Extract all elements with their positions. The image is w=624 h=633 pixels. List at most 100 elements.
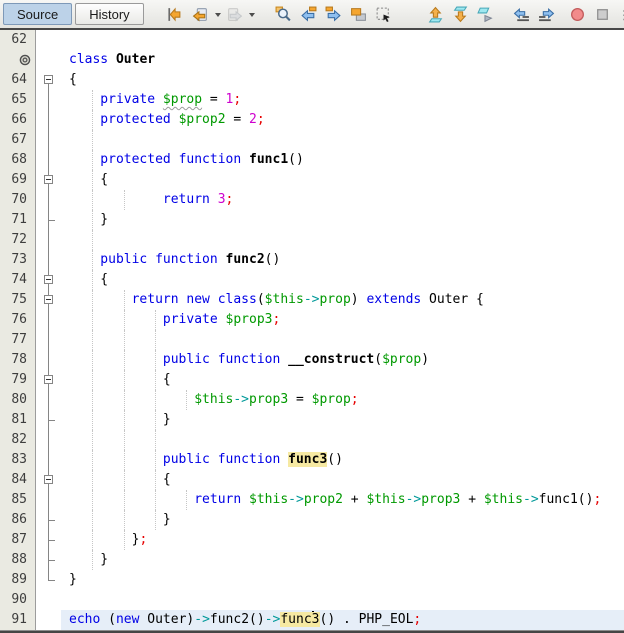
line-number: 66 <box>0 110 36 130</box>
code-line[interactable]: return new class($this->prop) extends Ou… <box>61 290 624 310</box>
code-line[interactable] <box>61 30 624 50</box>
code-line[interactable]: protected $prop2 = 2; <box>61 110 624 130</box>
code-token: public function <box>162 352 289 367</box>
code-token: -> <box>405 492 422 507</box>
code-token: $prop2 <box>178 112 226 127</box>
fold-margin <box>36 90 61 110</box>
code-token: ; <box>593 492 602 507</box>
annotation-circle-icon[interactable] <box>19 54 31 66</box>
fold-collapse-box[interactable] <box>44 475 53 484</box>
code-line[interactable]: public function func3() <box>61 450 624 470</box>
code-token: Outer { <box>421 292 484 307</box>
line-number <box>0 50 36 70</box>
code-line[interactable]: return 3; <box>61 190 624 210</box>
line-number: 70 <box>0 190 36 210</box>
code-token: Outer) <box>139 612 195 627</box>
select-rectangular-icon <box>375 6 392 23</box>
line-number: 62 <box>0 30 36 50</box>
find-selection-button[interactable] <box>273 3 295 25</box>
fold-margin <box>36 590 61 610</box>
code-line[interactable]: { <box>61 370 624 390</box>
find-next-icon <box>325 6 342 23</box>
shift-line-right-button[interactable] <box>536 3 558 25</box>
line-number: 64 <box>0 70 36 90</box>
previous-bookmark-button[interactable] <box>425 3 447 25</box>
next-bookmark-button[interactable] <box>450 3 472 25</box>
jump-last-edit-icon <box>165 6 182 23</box>
code-line[interactable] <box>61 230 624 250</box>
code-line[interactable]: } <box>61 210 624 230</box>
code-line[interactable] <box>61 330 624 350</box>
fold-margin <box>36 550 61 570</box>
code-token: $prop3 <box>225 312 273 327</box>
toggle-highlight-button[interactable] <box>348 3 370 25</box>
code-line[interactable]: return $this->prop2 + $this->prop3 + $th… <box>61 490 624 510</box>
code-line[interactable]: $this->prop3 = $prop; <box>61 390 624 410</box>
find-previous-button[interactable] <box>298 3 320 25</box>
fold-margin <box>36 130 61 150</box>
line-number: 86 <box>0 510 36 530</box>
toolbar-icons <box>147 3 624 25</box>
code-line[interactable]: echo (new Outer)->func2()->func3() . PHP… <box>61 610 624 630</box>
fold-margin <box>36 430 61 450</box>
tab-history[interactable]: History <box>75 3 144 25</box>
fold-collapse-box[interactable] <box>44 295 53 304</box>
code-token: -> <box>264 612 281 627</box>
back-dropdown-caret-icon[interactable] <box>214 13 221 20</box>
code-line[interactable]: }; <box>61 530 624 550</box>
back-button[interactable] <box>190 3 212 25</box>
code-token: __construct <box>288 352 375 367</box>
code-token: func3 <box>288 452 328 467</box>
code-editor[interactable]: 62 class Outer 64 {65 private $prop = 1; 66 pr… <box>0 30 624 630</box>
code-line[interactable] <box>61 130 624 150</box>
code-line[interactable]: } <box>61 570 624 590</box>
forward-button[interactable] <box>224 3 246 25</box>
stop-macro-recording-button[interactable] <box>592 3 614 25</box>
select-rectangular-button[interactable] <box>373 3 395 25</box>
fold-collapse-box[interactable] <box>44 75 53 84</box>
code-line[interactable] <box>61 430 624 450</box>
toggle-comment-button[interactable] <box>619 3 624 25</box>
code-line[interactable]: class Outer <box>61 50 624 70</box>
code-line[interactable]: } <box>61 510 624 530</box>
code-token: { <box>162 372 171 387</box>
find-next-button[interactable] <box>323 3 345 25</box>
fold-margin <box>36 610 61 630</box>
code-line[interactable]: } <box>61 410 624 430</box>
code-row: 83 public function func3() <box>0 450 624 470</box>
toolbar-group <box>273 3 395 25</box>
code-line[interactable]: public function __construct($prop) <box>61 350 624 370</box>
code-line[interactable]: { <box>61 470 624 490</box>
code-line[interactable]: { <box>61 170 624 190</box>
shift-line-left-button[interactable] <box>511 3 533 25</box>
tab-source[interactable]: Source <box>3 3 73 25</box>
stop-macro-recording-icon <box>594 6 611 23</box>
editor-toolbar: Source History <box>0 0 624 30</box>
start-macro-recording-button[interactable] <box>567 3 589 25</box>
code-token: $this <box>366 492 406 507</box>
code-line[interactable]: public function func2() <box>61 250 624 270</box>
line-number: 81 <box>0 410 36 430</box>
code-token: $prop <box>311 392 351 407</box>
code-line[interactable]: private $prop3; <box>61 310 624 330</box>
code-token: = <box>288 392 312 407</box>
code-line[interactable]: private $prop = 1; <box>61 90 624 110</box>
code-token: ; <box>233 92 242 107</box>
line-number: 80 <box>0 390 36 410</box>
forward-dropdown-caret-icon[interactable] <box>248 13 255 20</box>
code-token: prop <box>319 292 351 307</box>
code-token: class <box>69 52 116 67</box>
code-line[interactable]: protected function func1() <box>61 150 624 170</box>
fold-collapse-box[interactable] <box>44 375 53 384</box>
code-line[interactable]: { <box>61 270 624 290</box>
fold-collapse-box[interactable] <box>44 175 53 184</box>
code-line[interactable]: { <box>61 70 624 90</box>
code-line[interactable] <box>61 590 624 610</box>
shift-line-left-icon <box>513 6 530 23</box>
toggle-bookmark-button[interactable] <box>475 3 497 25</box>
code-line[interactable]: } <box>61 550 624 570</box>
jump-last-edit-button[interactable] <box>163 3 185 25</box>
fold-collapse-box[interactable] <box>44 275 53 284</box>
fold-margin <box>36 170 61 190</box>
line-number: 85 <box>0 490 36 510</box>
